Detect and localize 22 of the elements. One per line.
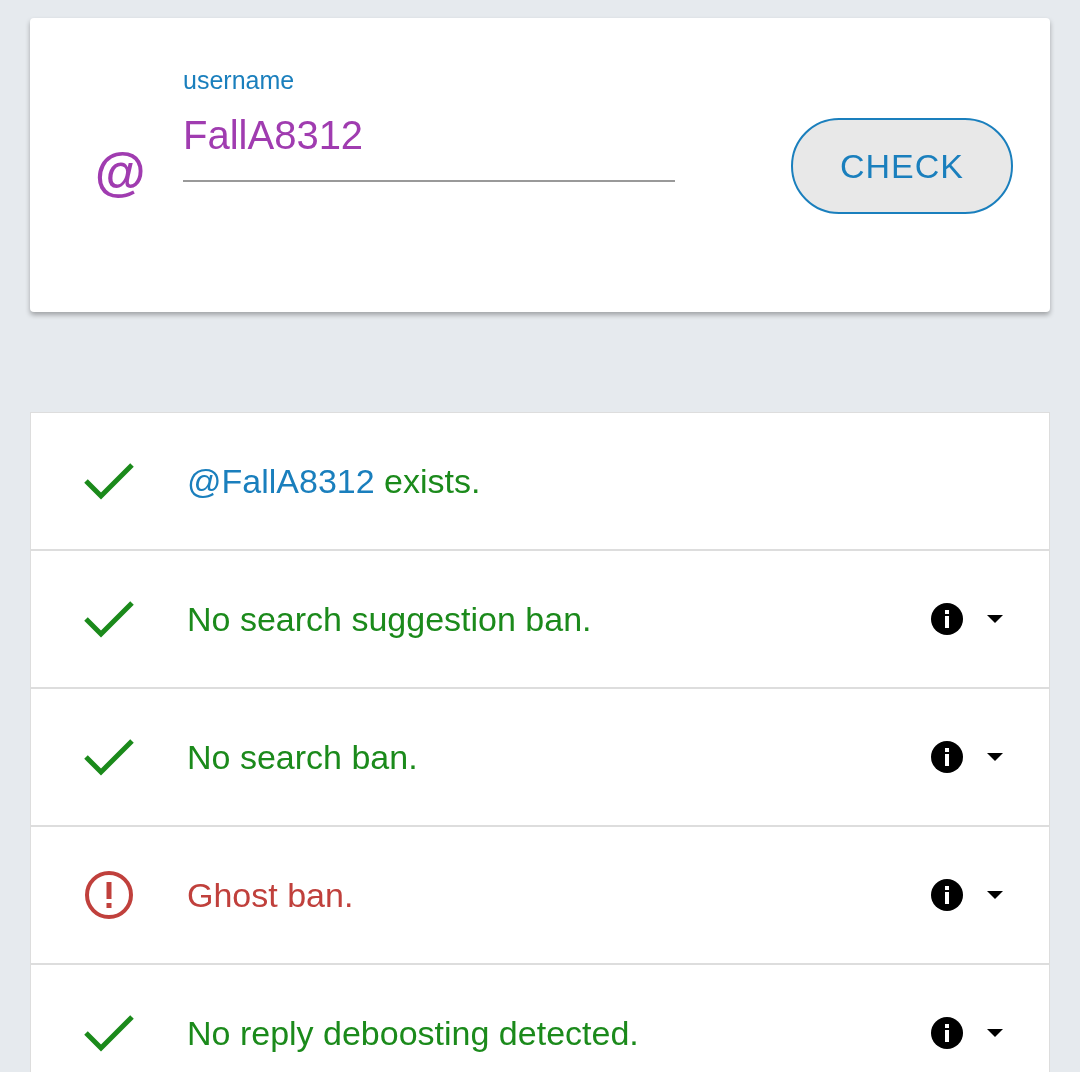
info-icon[interactable] [931, 1017, 963, 1049]
caret-icon[interactable] [987, 891, 1003, 899]
info-icon[interactable] [931, 741, 963, 773]
info-icon[interactable] [931, 603, 963, 635]
field-label: username [183, 66, 295, 95]
warning-icon [83, 869, 135, 921]
result-text: No reply deboosting detected. [187, 1013, 640, 1053]
result-text: @FallA8312 exists. [187, 461, 482, 501]
username-field[interactable]: FallA8312 [183, 95, 675, 182]
caret-icon[interactable] [987, 1029, 1003, 1037]
result-text: Ghost ban. [187, 875, 355, 915]
checkmark-icon [83, 1013, 135, 1053]
at-sign: @ [94, 142, 146, 202]
result-text: No search suggestion ban. [187, 599, 593, 639]
caret-icon[interactable] [987, 753, 1003, 761]
caret-icon[interactable] [987, 615, 1003, 623]
info-icon[interactable] [931, 879, 963, 911]
checkmark-icon [83, 737, 135, 777]
check-button[interactable]: CHECK [791, 118, 1013, 214]
checkmark-icon [83, 599, 135, 639]
result-text: No search ban. [187, 737, 419, 777]
checkmark-icon [83, 461, 135, 501]
